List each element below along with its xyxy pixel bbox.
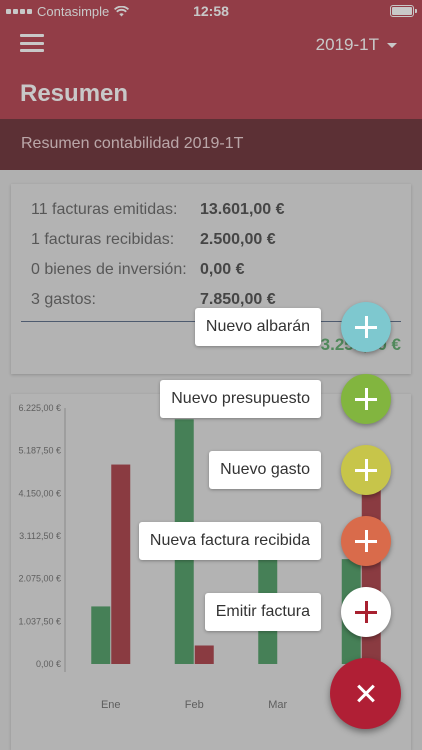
plus-icon[interactable]: [341, 587, 391, 637]
fab-label[interactable]: Nuevo albarán: [194, 308, 321, 346]
close-fab-button[interactable]: [330, 658, 401, 729]
fab-item-issue-invoice[interactable]: Emitir factura: [204, 587, 391, 637]
fab-item-new-delivery-note[interactable]: Nuevo albarán: [194, 302, 391, 352]
plus-icon[interactable]: [341, 516, 391, 566]
plus-icon[interactable]: [341, 302, 391, 352]
fab-label[interactable]: Nueva factura recibida: [138, 522, 321, 560]
fab-item-new-quote[interactable]: Nuevo presupuesto: [160, 374, 391, 424]
plus-icon[interactable]: [341, 374, 391, 424]
plus-icon[interactable]: [341, 445, 391, 495]
fab-item-new-expense[interactable]: Nuevo gasto: [209, 445, 391, 495]
fab-label[interactable]: Nuevo presupuesto: [160, 380, 321, 418]
fab-label[interactable]: Nuevo gasto: [209, 451, 321, 489]
fab-item-new-received-invoice[interactable]: Nueva factura recibida: [138, 516, 391, 566]
fab-label[interactable]: Emitir factura: [204, 593, 321, 631]
